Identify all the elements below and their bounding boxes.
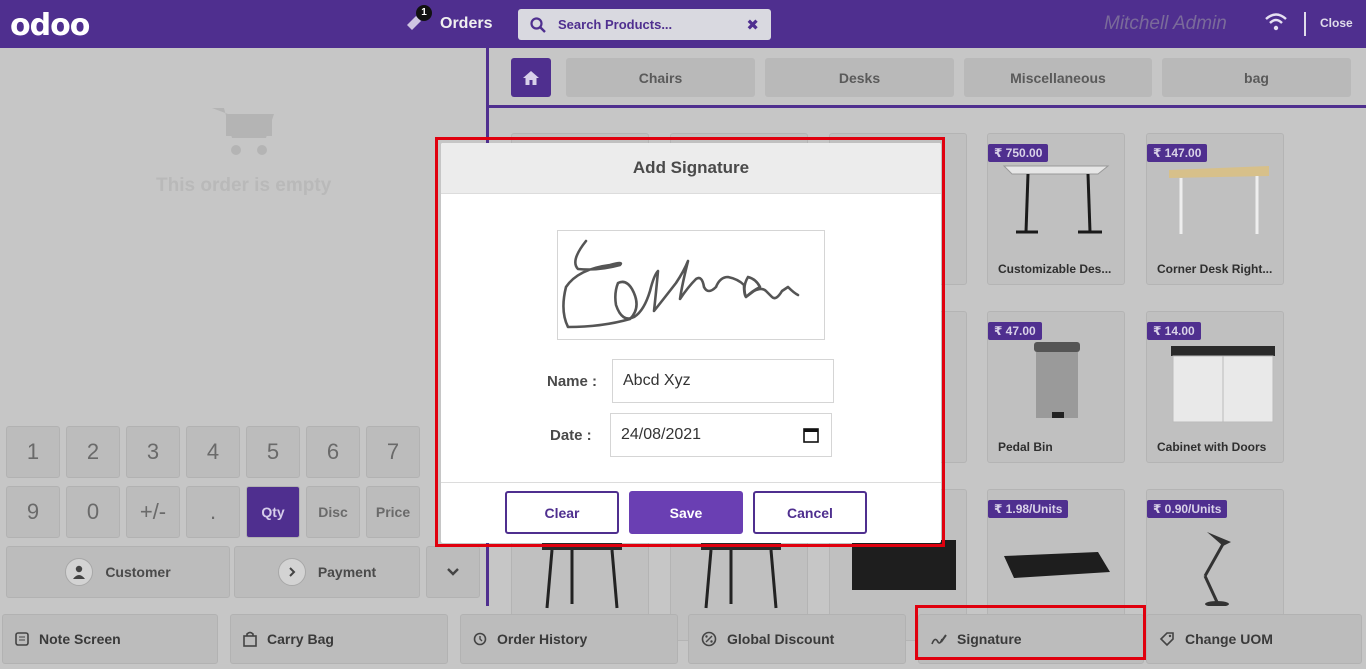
- lamp-image: [1203, 532, 1231, 606]
- disc-mode-button[interactable]: Disc: [306, 486, 360, 538]
- product-card[interactable]: ₹ 47.00 Pedal Bin: [987, 311, 1125, 463]
- save-button[interactable]: Save: [629, 491, 743, 534]
- numpad-key-1[interactable]: 1: [6, 426, 60, 478]
- global-discount-button[interactable]: Global Discount: [688, 614, 906, 664]
- note-screen-button[interactable]: Note Screen: [2, 614, 218, 664]
- search-placeholder: Search Products...: [558, 17, 673, 32]
- mat-image: [1004, 552, 1110, 578]
- numpad-key-2[interactable]: 2: [66, 426, 120, 478]
- clear-search-icon[interactable]: ✖: [746, 16, 759, 34]
- corner-desk-image: [1169, 166, 1269, 234]
- odoo-logo: odoo: [10, 8, 90, 43]
- signature-drawing: [562, 239, 800, 329]
- pedal-bin-image: [1034, 342, 1080, 418]
- chevron-down-icon: [447, 568, 459, 576]
- cabinet-image: [1171, 346, 1275, 423]
- bag-icon: [243, 631, 257, 647]
- note-icon: [15, 632, 29, 646]
- order-history-label: Order History: [497, 631, 588, 647]
- signature-date-input[interactable]: 24/08/2021: [610, 413, 832, 457]
- top-header: odoo 1 Orders Search Products... ✖ Mitch…: [0, 0, 1366, 48]
- signature-pad[interactable]: [557, 230, 825, 340]
- numpad-key-9[interactable]: 9: [6, 486, 60, 538]
- numpad-key-6[interactable]: 6: [306, 426, 360, 478]
- price-mode-button[interactable]: Price: [366, 486, 420, 538]
- payment-label: Payment: [317, 564, 377, 580]
- carry-bag-button[interactable]: Carry Bag: [230, 614, 448, 664]
- ticket-icon: 1: [404, 5, 432, 35]
- product-card[interactable]: ₹ 14.00 Cabinet with Doors: [1146, 311, 1284, 463]
- product-name: Corner Desk Right...: [1157, 262, 1273, 276]
- numpad-key-4[interactable]: 4: [186, 426, 240, 478]
- search-products-input[interactable]: Search Products... ✖: [518, 9, 771, 40]
- category-chairs[interactable]: Chairs: [566, 58, 755, 97]
- dialog-footer: Clear Save Cancel: [441, 482, 941, 543]
- more-options-button[interactable]: [426, 546, 480, 598]
- history-icon: [473, 632, 487, 646]
- customer-button[interactable]: Customer: [6, 546, 230, 598]
- numpad-key-7[interactable]: 7: [366, 426, 420, 478]
- customer-label: Customer: [105, 564, 171, 580]
- numpad-key-dot[interactable]: .: [186, 486, 240, 538]
- clear-button[interactable]: Clear: [505, 491, 619, 534]
- desk-image: [1002, 165, 1110, 234]
- percent-icon: [701, 631, 717, 647]
- cart-icon: [212, 108, 274, 155]
- product-name: Customizable Des...: [998, 262, 1112, 276]
- close-button[interactable]: Close: [1320, 16, 1353, 30]
- cancel-button[interactable]: Cancel: [753, 491, 867, 534]
- calendar-icon[interactable]: [803, 427, 819, 443]
- signer-name-input[interactable]: Abcd Xyz: [612, 359, 834, 403]
- category-bag[interactable]: bag: [1162, 58, 1351, 97]
- global-discount-label: Global Discount: [727, 631, 835, 647]
- signature-highlight: [915, 605, 1146, 660]
- empty-order-text: This order is empty: [156, 175, 332, 196]
- numpad-key-plusminus[interactable]: +/-: [126, 486, 180, 538]
- home-category-button[interactable]: [511, 58, 551, 97]
- numpad-key-5[interactable]: 5: [246, 426, 300, 478]
- search-icon: [530, 16, 546, 33]
- qty-mode-button[interactable]: Qty: [246, 486, 300, 538]
- change-uom-button[interactable]: Change UOM: [1146, 614, 1362, 664]
- order-history-button[interactable]: Order History: [460, 614, 678, 664]
- tag-icon: [1159, 632, 1174, 647]
- payment-button[interactable]: Payment: [234, 546, 420, 598]
- product-card[interactable]: ₹ 147.00 Corner Desk Right...: [1146, 133, 1284, 285]
- user-name: Mitchell Admin: [1104, 13, 1227, 34]
- wifi-icon: [1265, 13, 1287, 31]
- carry-bag-label: Carry Bag: [267, 631, 334, 647]
- numpad-key-0[interactable]: 0: [66, 486, 120, 538]
- orders-label: Orders: [440, 15, 493, 32]
- add-signature-dialog: Add Signature Name : Abcd Xyz Date : 24/…: [441, 143, 941, 543]
- category-miscellaneous[interactable]: Miscellaneous: [964, 58, 1152, 97]
- dialog-title: Add Signature: [441, 143, 941, 194]
- product-name: Cabinet with Doors: [1157, 440, 1267, 454]
- product-card[interactable]: ₹ 750.00 Customizable Des...: [987, 133, 1125, 285]
- home-icon: [523, 70, 539, 85]
- numpad-key-3[interactable]: 3: [126, 426, 180, 478]
- change-uom-label: Change UOM: [1185, 631, 1273, 647]
- chevron-right-icon: [277, 558, 306, 586]
- product-name: Pedal Bin: [998, 440, 1053, 454]
- note-screen-label: Note Screen: [39, 631, 121, 647]
- header-separator: [1304, 12, 1306, 36]
- user-icon: [65, 558, 94, 586]
- name-label: Name :: [547, 373, 598, 390]
- date-label: Date :: [550, 427, 592, 444]
- orders-count-badge: 1: [416, 5, 432, 21]
- orders-button[interactable]: 1 Orders: [404, 5, 493, 40]
- date-value: 24/08/2021: [621, 426, 702, 443]
- category-desks[interactable]: Desks: [765, 58, 954, 97]
